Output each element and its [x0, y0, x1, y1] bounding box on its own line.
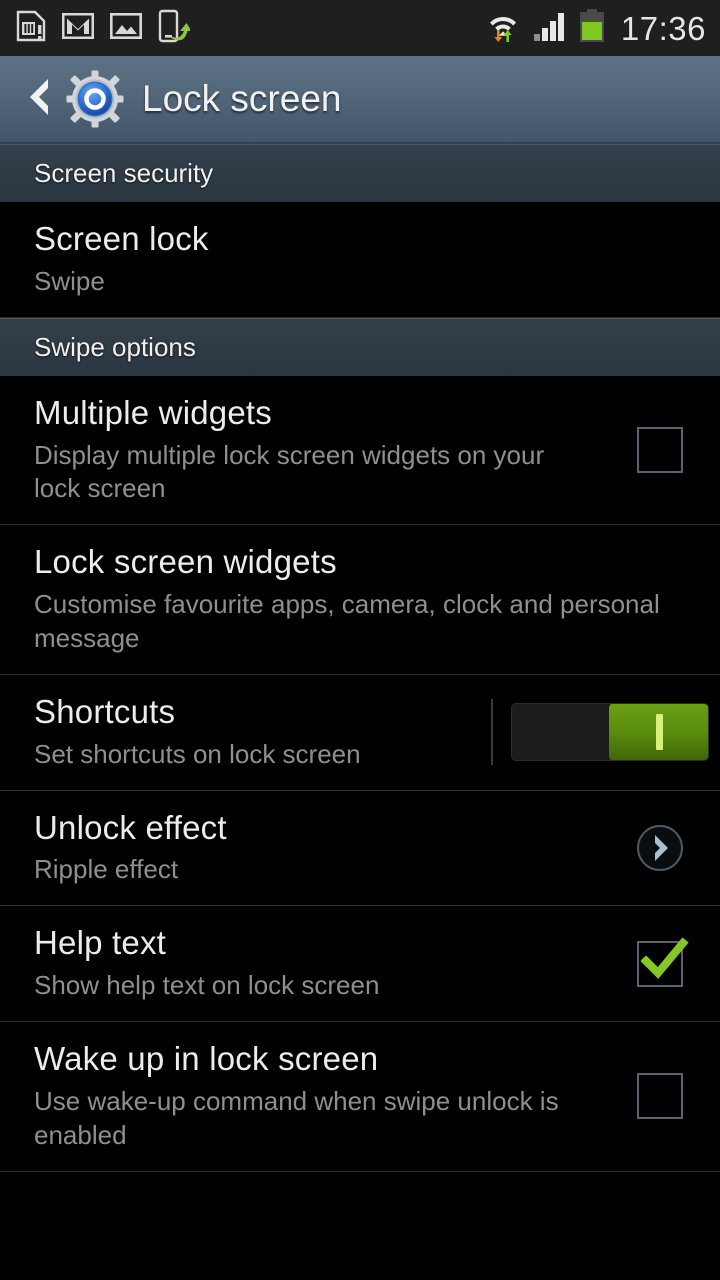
list-item-lock-screen-widgets[interactable]: Lock screen widgets Customise favourite …: [0, 525, 720, 675]
list-item-summary: Set shortcuts on lock screen: [34, 738, 361, 769]
status-bar-notification-icons: [16, 9, 192, 48]
status-bar-clock: 17:36: [620, 9, 706, 47]
checkbox-multiple-widgets[interactable]: [637, 427, 683, 473]
section-header-swipe-options: Swipe options: [0, 317, 720, 376]
sim-card-alert-icon: [16, 9, 46, 48]
list-item-title: Screen lock: [34, 220, 209, 257]
toggle-on-mark: [655, 714, 663, 751]
wifi-data-transfer-icon: [485, 8, 521, 49]
chevron-right-icon[interactable]: [637, 824, 683, 871]
section-header-screen-security: Screen security: [0, 144, 720, 202]
list-item-text: Multiple widgets Display multiple lock s…: [34, 394, 600, 507]
phone-transfer-icon: [158, 9, 192, 48]
list-item-summary: Ripple effect: [34, 854, 179, 885]
list-item-title: Lock screen widgets: [34, 543, 337, 581]
settings-list[interactable]: Screen security Screen lock Swipe Swipe …: [0, 144, 720, 1172]
list-item-widget: [600, 1073, 720, 1120]
list-item-summary: Use wake-up command when swipe unlock is…: [34, 1085, 559, 1150]
widget-divider: [491, 699, 493, 766]
back-button[interactable]: [16, 71, 62, 127]
cellular-signal-icon: [533, 9, 567, 48]
list-item-widget: [480, 699, 720, 766]
list-item-widget: [600, 427, 720, 473]
list-item-shortcuts[interactable]: Shortcuts Set shortcuts on lock screen: [0, 674, 720, 791]
action-bar: Lock screen: [0, 56, 720, 144]
status-bar-system-icons: 17:36: [485, 8, 706, 49]
list-item-title: Wake up in lock screen: [34, 1040, 379, 1077]
toggle-wrapper: [491, 699, 709, 766]
checkbox-wake-up-in-lock-screen[interactable]: [637, 1073, 683, 1120]
checkbox-help-text[interactable]: [637, 936, 689, 987]
check-mark-icon: [636, 934, 690, 988]
list-item-title: Unlock effect: [34, 808, 227, 846]
list-item-title: Help text: [34, 924, 167, 962]
list-item-text: Unlock effect Ripple effect: [34, 809, 600, 888]
gmail-icon: [61, 12, 95, 44]
list-item-unlock-effect[interactable]: Unlock effect Ripple effect: [0, 790, 720, 907]
list-item-widget: [600, 824, 720, 871]
back-chevron-icon: [22, 75, 56, 124]
list-item-text: Wake up in lock screen Use wake-up comma…: [34, 1040, 600, 1153]
list-item-text: Screen lock Swipe: [34, 220, 720, 299]
list-item-title: Shortcuts: [34, 692, 176, 730]
list-item-summary: Swipe: [34, 265, 105, 296]
battery-icon: [579, 8, 605, 49]
list-item-text: Help text Show help text on lock screen: [34, 924, 600, 1003]
list-item-screen-lock[interactable]: Screen lock Swipe: [0, 202, 720, 318]
list-item-summary: Show help text on lock screen: [34, 970, 380, 1001]
section-header-label: Swipe options: [34, 331, 196, 362]
list-item-widget: [600, 936, 720, 987]
list-item-title: Multiple widgets: [34, 393, 272, 431]
list-item-multiple-widgets[interactable]: Multiple widgets Display multiple lock s…: [0, 375, 720, 526]
list-item-text: Shortcuts Set shortcuts on lock screen: [34, 693, 480, 772]
list-item-wake-up-in-lock-screen[interactable]: Wake up in lock screen Use wake-up comma…: [0, 1022, 720, 1172]
list-item-text: Lock screen widgets Customise favourite …: [34, 543, 720, 656]
settings-gear-icon: [66, 70, 124, 128]
status-bar[interactable]: 17:36: [0, 0, 720, 56]
page-title: Lock screen: [142, 78, 342, 119]
gallery-image-icon: [109, 12, 142, 44]
section-header-label: Screen security: [34, 158, 214, 188]
toggle-shortcuts[interactable]: [511, 703, 709, 762]
list-item-summary: Customise favourite apps, camera, clock …: [34, 589, 660, 653]
list-item-summary: Display multiple lock screen widgets on …: [34, 439, 545, 504]
toggle-thumb: [609, 704, 708, 761]
list-item-help-text[interactable]: Help text Show help text on lock screen: [0, 906, 720, 1022]
